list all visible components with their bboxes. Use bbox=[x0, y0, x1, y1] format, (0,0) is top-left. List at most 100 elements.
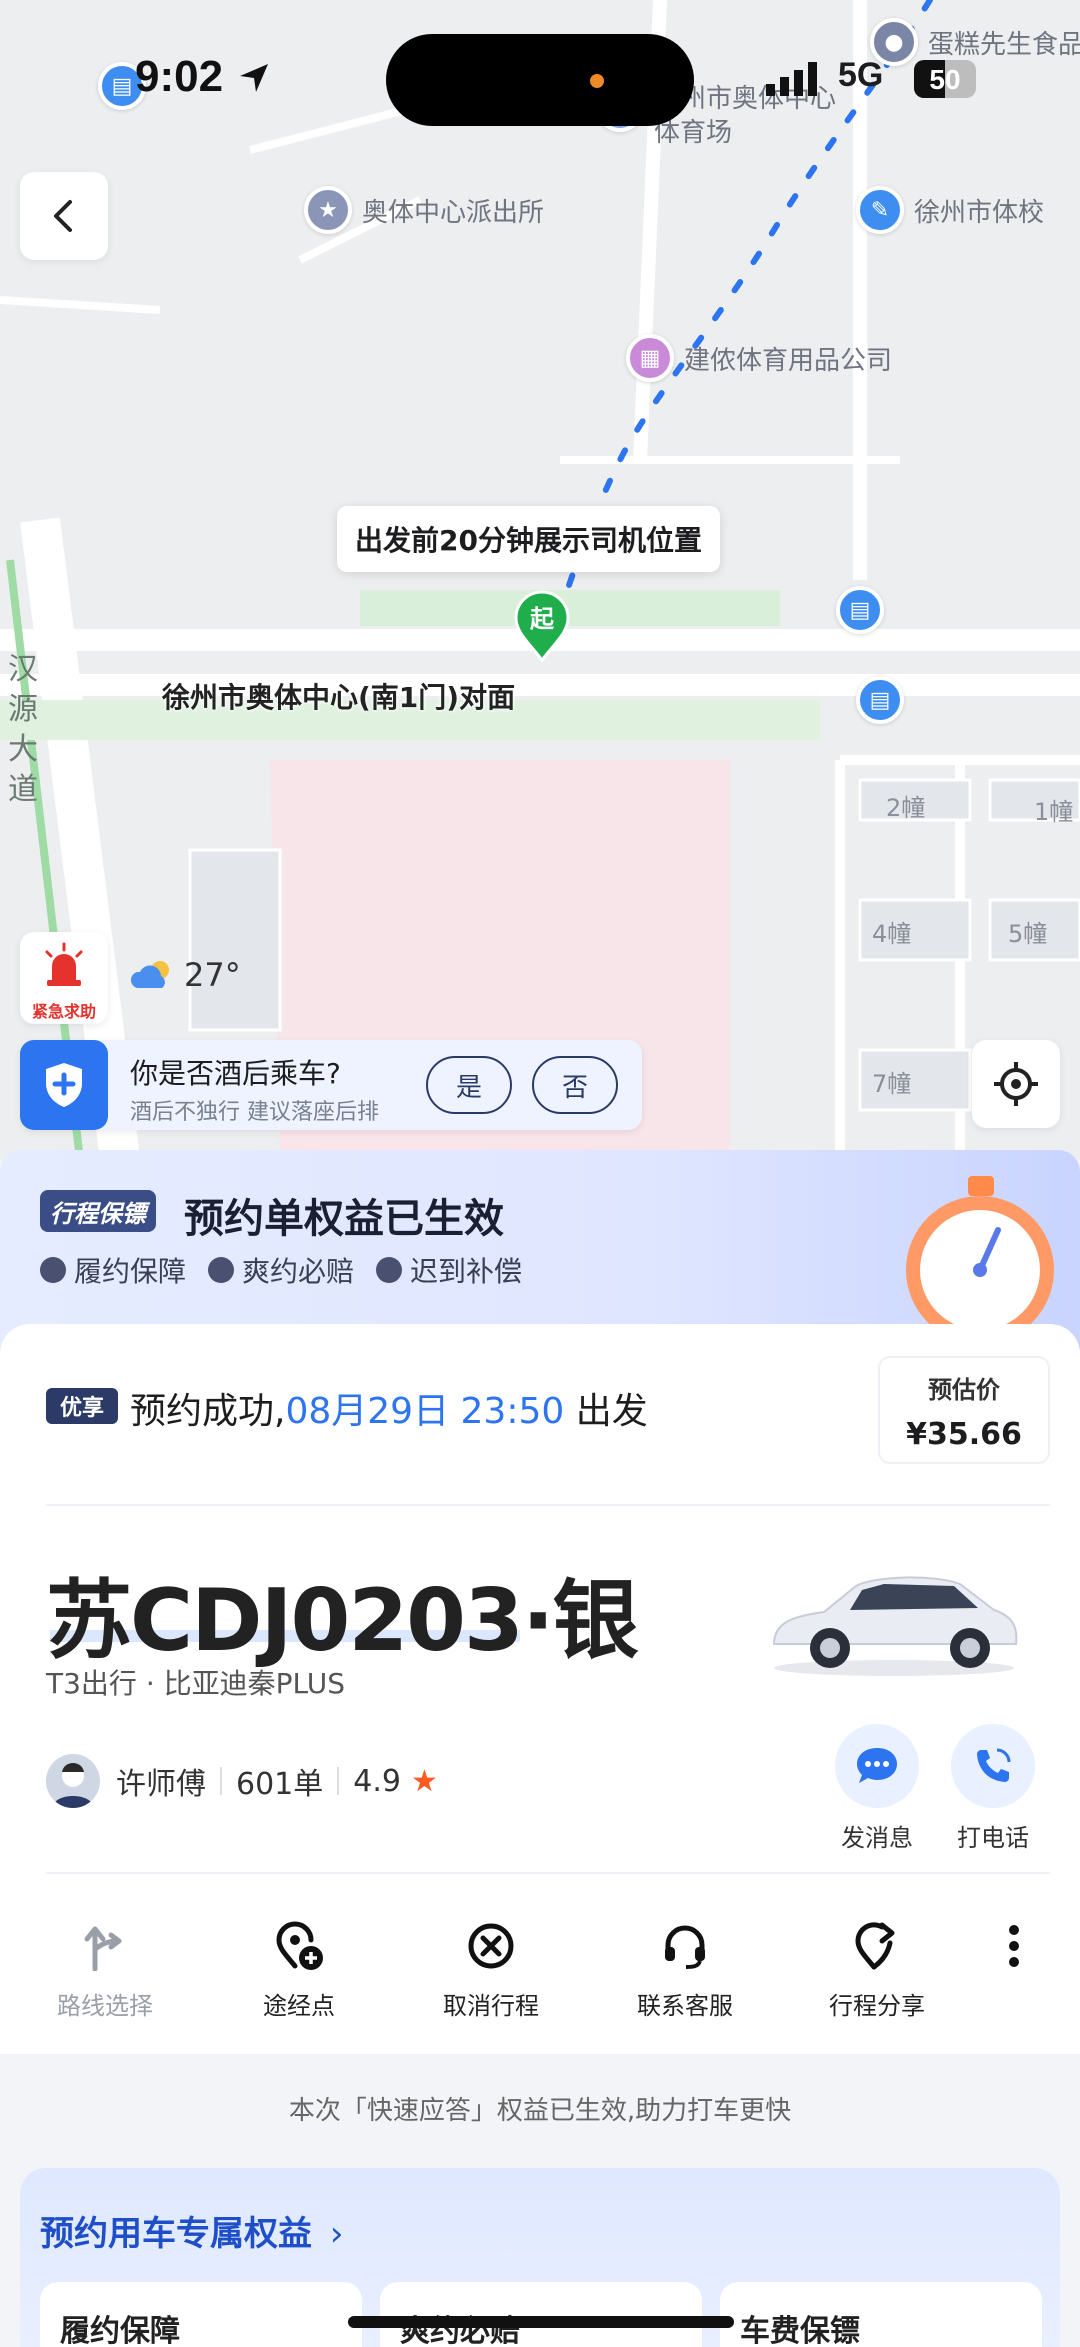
waypoint-button[interactable]: 途经点 bbox=[224, 1914, 374, 2021]
phone-icon bbox=[977, 1748, 1011, 1782]
school-icon: ✎ bbox=[856, 186, 904, 234]
avatar bbox=[46, 1754, 100, 1808]
stopwatch-icon bbox=[906, 1176, 1054, 1344]
battery-icon: 50 bbox=[914, 60, 976, 98]
tool-label: 途经点 bbox=[263, 1992, 335, 2020]
signal-icon bbox=[766, 62, 817, 96]
yes-button[interactable]: 是 bbox=[426, 1056, 512, 1114]
call-button[interactable]: 打电话 bbox=[938, 1724, 1048, 1853]
drink-question: 你是否酒后乘车? bbox=[130, 1057, 341, 1090]
benefit-card[interactable]: 车费保镖 bbox=[720, 2282, 1042, 2347]
driver-info: 许师傅 601单 4.9 ★ bbox=[46, 1754, 438, 1808]
customer-service-button[interactable]: 联系客服 bbox=[610, 1914, 760, 2021]
divider bbox=[46, 1872, 1050, 1874]
map-view[interactable]: ● 蛋糕先生食品 ◉ 徐州市奥体中心 体育场 ★ 奥体中心派出所 ✎ 徐州市体校… bbox=[0, 0, 1080, 1160]
building-label: 5幢 bbox=[1008, 920, 1048, 948]
chevron-right-icon: › bbox=[329, 2214, 344, 2254]
divider bbox=[46, 1504, 1050, 1506]
status-bar: 9:02 5G 50 bbox=[0, 0, 1080, 150]
more-button[interactable] bbox=[972, 1914, 1056, 1978]
shield-check-icon bbox=[40, 1257, 66, 1283]
trip-card: 优享 预约成功,08月29日 23:50 出发 预估价 ¥35.66 苏CDJ0… bbox=[0, 1324, 1080, 2054]
waypoint-add-icon bbox=[276, 1921, 323, 1970]
route-icon bbox=[84, 1926, 122, 1971]
start-pin-icon[interactable]: 起 bbox=[514, 590, 570, 666]
cloudy-night-icon bbox=[130, 961, 169, 988]
sos-label: 紧急求助 bbox=[31, 1002, 96, 1021]
drink-check-banner: 你是否酒后乘车? 酒后不独行 建议落座后排 是 否 bbox=[20, 1040, 642, 1130]
driver-orders: 601单 bbox=[236, 1767, 324, 1802]
network-label: 5G bbox=[838, 56, 884, 94]
price-label: 预估价 bbox=[928, 1376, 1000, 1404]
badge-icon bbox=[208, 1257, 235, 1283]
poi-sports-shop[interactable]: ▦ 建侬体育用品公司 bbox=[626, 334, 892, 382]
departure-datetime: 08月29日 23:50 bbox=[285, 1391, 565, 1432]
service-tier-badge: 优享 bbox=[46, 1388, 118, 1424]
benefit-chip: 履约保障 bbox=[40, 1250, 186, 1290]
benefit-card[interactable]: 履约保障 bbox=[40, 2282, 362, 2347]
no-button[interactable]: 否 bbox=[532, 1056, 618, 1114]
dynamic-island bbox=[386, 34, 694, 126]
exclusive-title[interactable]: 预约用车专属权益 › bbox=[40, 2206, 343, 2255]
tool-label: 路线选择 bbox=[57, 1992, 153, 2020]
booking-status: 预约成功,08月29日 23:50 出发 bbox=[130, 1391, 648, 1432]
coin-icon bbox=[376, 1257, 403, 1283]
benefit-banner[interactable]: 行程保镖 预约单权益已生效 履约保障 爽约必赔 迟到补偿 bbox=[0, 1150, 1080, 1350]
road-name: 汉源大道 bbox=[8, 652, 38, 807]
trip-guard-logo: 行程保镖 bbox=[40, 1190, 156, 1232]
route-select-button[interactable]: 路线选择 bbox=[30, 1914, 180, 2021]
car-image bbox=[772, 1576, 1018, 1676]
benefit-chips: 履约保障 爽约必赔 迟到补偿 bbox=[40, 1250, 522, 1290]
tool-label: 取消行程 bbox=[443, 1992, 539, 2020]
back-button[interactable] bbox=[20, 172, 108, 260]
bus-stop-icon[interactable]: ▤ bbox=[856, 676, 904, 724]
building-label: 2幢 bbox=[886, 794, 926, 822]
cancel-icon bbox=[468, 1923, 514, 1969]
building-label: 1幢 bbox=[1034, 798, 1074, 826]
police-icon: ★ bbox=[304, 186, 352, 234]
headset-icon bbox=[665, 1925, 705, 1969]
svg-text:起: 起 bbox=[529, 605, 555, 633]
price-value: ¥35.66 bbox=[906, 1417, 1022, 1452]
locate-button[interactable] bbox=[972, 1040, 1060, 1128]
shop-icon: ▦ bbox=[626, 334, 674, 382]
poi-police[interactable]: ★ 奥体中心派出所 bbox=[304, 186, 544, 234]
chat-bubble-icon bbox=[857, 1748, 897, 1783]
driver-location-bubble: 出发前20分钟展示司机位置 bbox=[337, 506, 720, 572]
driver-rating: 4.9 bbox=[353, 1763, 401, 1799]
quick-response-notice: 本次「快速应答」权益已生效,助力打车更快 bbox=[288, 2096, 792, 2126]
weather-temp: 27° bbox=[184, 956, 241, 994]
cancel-trip-button[interactable]: 取消行程 bbox=[416, 1914, 566, 2021]
chevron-left-icon bbox=[54, 200, 72, 232]
license-plate: 苏CDJ0203·银 bbox=[46, 1571, 639, 1671]
tool-label: 联系客服 bbox=[637, 1992, 733, 2020]
benefit-chip: 爽约必赔 bbox=[208, 1250, 354, 1290]
benefit-card[interactable]: 爽约必赔 bbox=[380, 2282, 702, 2347]
driver-name: 许师傅 bbox=[116, 1767, 206, 1802]
tool-label: 行程分享 bbox=[829, 1992, 925, 2020]
message-button[interactable]: 发消息 bbox=[822, 1724, 932, 1853]
star-icon: ★ bbox=[410, 1763, 438, 1799]
home-indicator bbox=[348, 2316, 734, 2328]
alarm-icon bbox=[45, 942, 83, 986]
building-label: 4幢 bbox=[872, 920, 912, 948]
crosshair-icon bbox=[994, 1062, 1038, 1106]
drink-hint: 酒后不独行 建议落座后排 bbox=[130, 1100, 379, 1125]
poi-sports-school[interactable]: ✎ 徐州市体校 bbox=[856, 186, 1044, 234]
location-arrow-icon bbox=[240, 64, 268, 92]
shield-icon bbox=[20, 1040, 108, 1130]
building-label: 7幢 bbox=[872, 1070, 912, 1098]
share-trip-button[interactable]: 行程分享 bbox=[802, 1914, 952, 2021]
more-vertical-icon bbox=[1009, 1925, 1019, 1967]
message-label: 发消息 bbox=[841, 1824, 913, 1852]
pickup-label[interactable]: 徐州市奥体中心(南1门)对面 bbox=[162, 676, 515, 716]
trip-toolbar: 路线选择 途经点 取消行程 联系客服 行程分享 bbox=[0, 1914, 1080, 2034]
status-time: 9:02 bbox=[135, 52, 224, 101]
bus-stop-icon[interactable]: ▤ bbox=[836, 586, 884, 634]
call-label: 打电话 bbox=[957, 1824, 1029, 1852]
sos-button[interactable]: 紧急求助 bbox=[20, 932, 108, 1024]
share-icon bbox=[855, 1922, 895, 1970]
car-model: T3出行 · 比亚迪秦PLUS bbox=[46, 1667, 345, 1700]
estimated-price[interactable]: 预估价 ¥35.66 bbox=[878, 1356, 1050, 1464]
benefit-chip: 迟到补偿 bbox=[376, 1250, 522, 1290]
